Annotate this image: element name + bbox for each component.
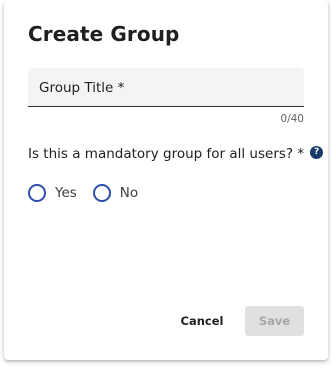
create-group-dialog: Create Group Group Title * 0/40 Is this …	[4, 0, 328, 360]
save-button[interactable]: Save	[245, 306, 304, 336]
radio-yes-label: Yes	[55, 185, 77, 201]
group-title-label: Group Title *	[39, 80, 125, 96]
radio-no-circle[interactable]	[92, 184, 111, 202]
radio-no-label: No	[119, 185, 139, 201]
radio-option-yes[interactable]: Yes	[28, 184, 77, 202]
dialog-title: Create Group	[28, 22, 180, 46]
group-title-field[interactable]: Group Title *	[28, 68, 304, 107]
mandatory-question-text: Is this a mandatory group for all users?…	[28, 146, 305, 162]
mandatory-question: Is this a mandatory group for all users?…	[28, 145, 324, 162]
radio-option-no[interactable]: No	[92, 184, 139, 202]
cancel-button[interactable]: Cancel	[176, 306, 228, 336]
mandatory-radio-group: Yes No	[28, 184, 154, 202]
radio-yes-circle[interactable]	[28, 184, 46, 202]
help-icon[interactable]: ?	[310, 145, 324, 159]
character-counter: 0/40	[280, 113, 304, 125]
